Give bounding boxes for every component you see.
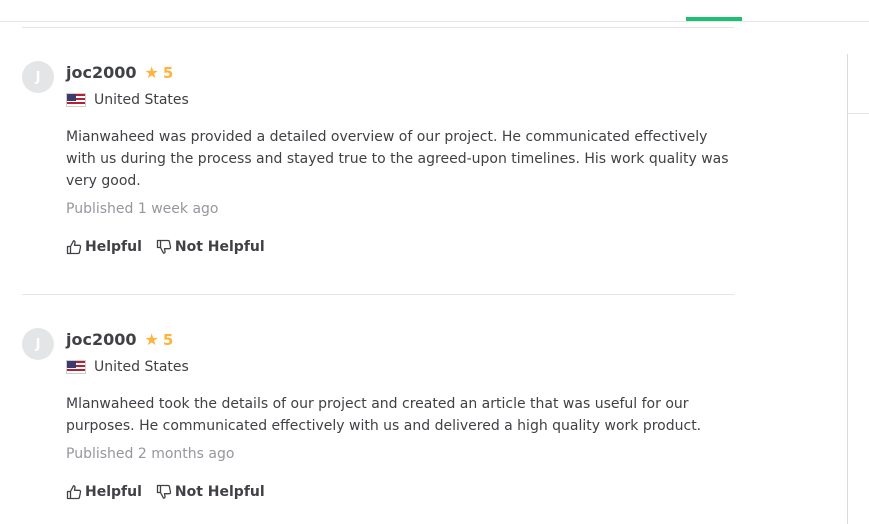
rating-value: 5: [162, 330, 174, 349]
active-tab-indicator: [686, 17, 742, 21]
avatar: J: [22, 328, 54, 360]
not-helpful-button[interactable]: Not Helpful: [156, 239, 265, 255]
avatar: J: [22, 61, 54, 93]
username[interactable]: joc2000: [66, 63, 137, 82]
not-helpful-button[interactable]: Not Helpful: [156, 484, 265, 500]
helpful-button[interactable]: Helpful: [66, 484, 142, 500]
helpful-label: Helpful: [85, 239, 142, 255]
us-flag-icon: [66, 360, 86, 374]
published-date: Published 1 week ago: [66, 201, 219, 217]
country-name: United States: [94, 92, 189, 108]
review-header: joc2000 ★ 5: [66, 330, 173, 349]
reviewer-country: United States: [66, 92, 189, 108]
star-icon: ★: [144, 62, 159, 82]
username[interactable]: joc2000: [66, 330, 137, 349]
helpful-label: Helpful: [85, 484, 142, 500]
thumbs-down-icon: [156, 484, 172, 500]
review-header: joc2000 ★ 5: [66, 63, 173, 82]
divider: [22, 27, 734, 28]
review-text: Mlanwaheed took the details of our proje…: [66, 396, 702, 434]
review-text: Mianwaheed was provided a detailed overv…: [66, 129, 729, 189]
us-flag-icon: [66, 93, 86, 107]
rating: ★ 5: [145, 64, 174, 82]
rating-value: 5: [162, 63, 174, 82]
rating: ★ 5: [145, 331, 174, 349]
published-date: Published 2 months ago: [66, 446, 235, 462]
helpful-button[interactable]: Helpful: [66, 239, 142, 255]
not-helpful-label: Not Helpful: [174, 484, 265, 500]
divider: [22, 294, 734, 295]
side-panel-section: [848, 54, 869, 114]
thumbs-down-icon: [156, 239, 172, 255]
review-feedback: Helpful Not Helpful: [66, 239, 265, 255]
thumbs-up-icon: [66, 484, 82, 500]
reviewer-country: United States: [66, 359, 189, 375]
review-feedback: Helpful Not Helpful: [66, 484, 265, 500]
star-icon: ★: [144, 329, 159, 349]
thumbs-up-icon: [66, 239, 82, 255]
side-panel: [847, 54, 869, 524]
reviews-page: J joc2000 ★ 5 United States Mianwaheed w…: [0, 0, 869, 524]
country-name: United States: [94, 359, 189, 375]
not-helpful-label: Not Helpful: [174, 239, 265, 255]
